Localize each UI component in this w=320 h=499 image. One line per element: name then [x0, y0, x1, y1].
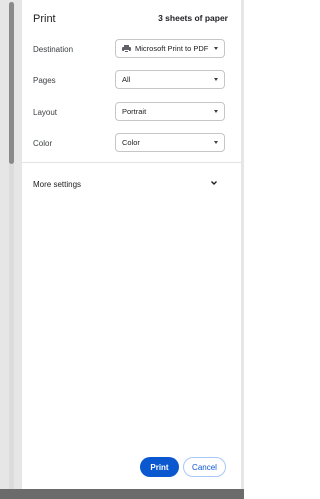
pages-select[interactable]: All [115, 70, 225, 89]
layout-select[interactable]: Portrait [115, 102, 225, 121]
bottom-bar [0, 489, 244, 499]
print-settings-panel: Print 3 sheets of paper Destination Micr… [22, 0, 241, 489]
chevron-down-icon [214, 47, 218, 50]
pages-label: Pages [33, 76, 56, 85]
page-title: Print [33, 13, 56, 25]
layout-label: Layout [33, 108, 58, 117]
pages-value: All [122, 75, 131, 84]
print-button[interactable]: Print [140, 457, 179, 477]
destination-select[interactable]: Microsoft Print to PDF [115, 39, 225, 58]
divider [22, 162, 241, 163]
chevron-down-icon [214, 110, 218, 113]
chevron-down-icon[interactable] [210, 179, 218, 187]
chevron-down-icon [214, 141, 218, 144]
destination-value: Microsoft Print to PDF [135, 44, 209, 53]
printer-icon [122, 44, 131, 53]
more-settings-toggle[interactable]: More settings [33, 180, 81, 189]
color-label: Color [33, 139, 53, 148]
sheet-count: 3 sheets of paper [158, 13, 228, 23]
cancel-button[interactable]: Cancel [183, 457, 226, 477]
right-edge [241, 0, 244, 499]
color-select[interactable]: Color [115, 133, 225, 152]
color-value: Color [122, 138, 140, 147]
chevron-down-icon [214, 78, 218, 81]
scrollbar-thumb[interactable] [9, 2, 14, 164]
layout-value: Portrait [122, 107, 147, 116]
destination-label: Destination [33, 45, 74, 54]
